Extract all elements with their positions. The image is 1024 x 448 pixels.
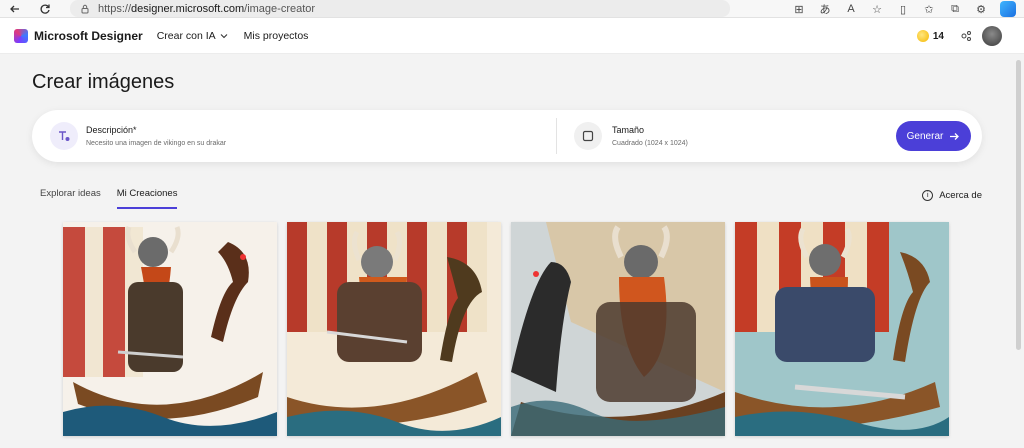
boost-counter[interactable]: 14 bbox=[916, 30, 944, 42]
gallery-tabs: Explorar ideas Mi Creaciones bbox=[40, 188, 178, 209]
share-icon[interactable] bbox=[960, 30, 972, 42]
extensions-icon[interactable]: ⚙ bbox=[974, 2, 988, 16]
prompt-card: Descripción* Necesito una imagen de viki… bbox=[32, 110, 982, 162]
menu-my-projects-label: Mis proyectos bbox=[243, 29, 309, 42]
arrow-right-icon bbox=[950, 132, 960, 140]
tab-explore-ideas[interactable]: Explorar ideas bbox=[40, 188, 101, 209]
viking-drakkar-image-1 bbox=[63, 222, 277, 436]
page-title: Crear imágenes bbox=[32, 71, 175, 93]
favorite-star-icon[interactable]: ☆ bbox=[870, 2, 884, 16]
url-host: designer.microsoft.com bbox=[131, 2, 245, 15]
menu-my-projects[interactable]: Mis proyectos bbox=[244, 30, 309, 42]
generated-image-3[interactable] bbox=[511, 222, 725, 436]
refresh-icon[interactable] bbox=[36, 0, 54, 18]
lock-icon bbox=[81, 4, 89, 13]
description-input[interactable]: Necesito una imagen de vikingo en su dra… bbox=[86, 140, 226, 147]
split-screen-icon[interactable]: ▯ bbox=[896, 2, 910, 16]
generated-image-1[interactable] bbox=[63, 222, 277, 436]
collections-icon[interactable]: ⧉ bbox=[948, 2, 962, 16]
menu-create-with-ai-label: Crear con IA bbox=[156, 29, 216, 42]
generate-button[interactable]: Generar bbox=[896, 121, 971, 151]
url-path: /image-creator bbox=[244, 2, 316, 15]
square-size-icon bbox=[574, 122, 602, 150]
viking-drakkar-image-2 bbox=[287, 222, 501, 436]
generated-image-2[interactable] bbox=[287, 222, 501, 436]
copilot-icon[interactable] bbox=[1000, 1, 1016, 17]
field-divider bbox=[556, 118, 557, 154]
generated-image-4[interactable] bbox=[735, 222, 949, 436]
size-select[interactable]: Cuadrado (1024 x 1024) bbox=[612, 140, 688, 147]
url-scheme: https:// bbox=[98, 2, 132, 15]
brand-name[interactable]: Microsoft Designer bbox=[34, 29, 143, 43]
browser-extensions: ⊞ あ A ☆ ▯ ✩ ⧉ ⚙ bbox=[792, 0, 1016, 18]
viking-drakkar-image-4 bbox=[735, 222, 949, 436]
browser-toolbar: https:// designer.microsoft.com /image-c… bbox=[0, 0, 1024, 18]
read-aloud-icon[interactable]: A bbox=[844, 2, 858, 16]
page-scrollbar[interactable] bbox=[1016, 60, 1021, 350]
description-label: Descripción* bbox=[86, 125, 137, 135]
designer-logo-icon[interactable] bbox=[14, 28, 28, 43]
about-link[interactable]: i Acerca de bbox=[922, 190, 982, 201]
menu-create-with-ai[interactable]: Crear con IA bbox=[157, 30, 228, 42]
header-actions: 14 bbox=[916, 18, 1002, 54]
info-icon: i bbox=[922, 190, 934, 201]
avatar[interactable] bbox=[982, 26, 1002, 46]
generate-label: Generar bbox=[906, 130, 944, 142]
app-header: Microsoft Designer Crear con IA Mis proy… bbox=[0, 18, 1024, 54]
image-gallery bbox=[63, 222, 949, 436]
boost-count: 14 bbox=[932, 30, 944, 42]
translate-icon[interactable]: あ bbox=[818, 2, 832, 16]
address-bar[interactable]: https:// designer.microsoft.com /image-c… bbox=[70, 0, 730, 17]
size-label: Tamaño bbox=[612, 125, 645, 135]
text-prompt-icon bbox=[50, 122, 78, 150]
chevron-down-icon bbox=[220, 33, 228, 38]
about-label: Acerca de bbox=[939, 190, 982, 201]
viking-drakkar-image-3 bbox=[511, 222, 725, 436]
tab-my-creations[interactable]: Mi Creaciones bbox=[116, 188, 178, 209]
back-icon[interactable] bbox=[6, 0, 24, 18]
apps-icon[interactable]: ⊞ bbox=[792, 2, 806, 16]
favorites-icon[interactable]: ✩ bbox=[922, 2, 936, 16]
coin-icon bbox=[916, 30, 929, 42]
